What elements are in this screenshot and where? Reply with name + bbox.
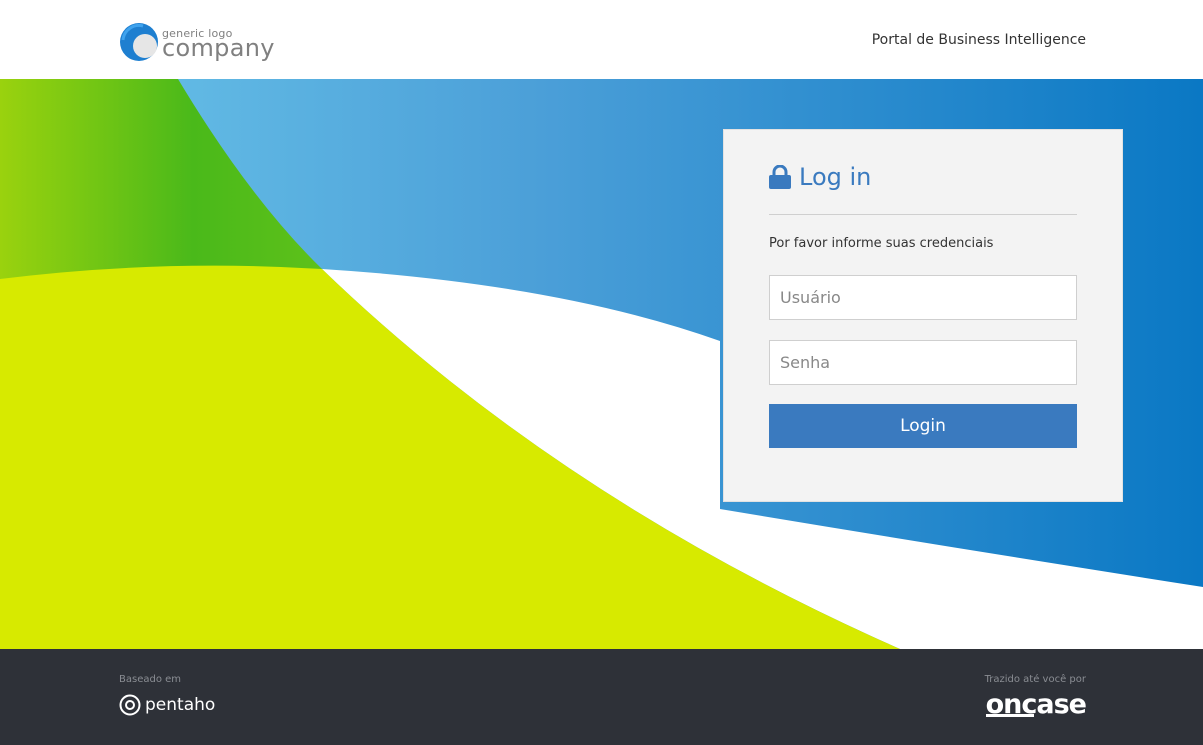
- company-logo-icon: [120, 23, 158, 61]
- pentaho-icon: [119, 694, 141, 716]
- login-title-text: Log in: [799, 163, 872, 191]
- card-divider: [769, 214, 1077, 215]
- pentaho-text: pentaho: [145, 695, 216, 715]
- brought-by-label: Trazido até você por: [984, 674, 1086, 685]
- header: generic logo company Portal de Business …: [0, 0, 1203, 79]
- login-button[interactable]: Login: [769, 404, 1077, 448]
- credentials-instruction: Por favor informe suas credenciais: [769, 236, 994, 251]
- login-card: Log in Por favor informe suas credenciai…: [723, 129, 1123, 502]
- company-logo[interactable]: generic logo company: [119, 22, 289, 64]
- password-input[interactable]: [769, 340, 1077, 385]
- pentaho-logo[interactable]: pentaho: [119, 694, 215, 716]
- oncase-logo[interactable]: oncase: [985, 689, 1087, 720]
- username-input[interactable]: [769, 275, 1077, 320]
- lock-icon: [769, 165, 791, 189]
- based-on-label: Baseado em: [119, 674, 182, 685]
- logo-big-text: company: [162, 34, 275, 62]
- login-title: Log in: [769, 163, 871, 191]
- oncase-underline: [985, 714, 1034, 717]
- portal-title: Portal de Business Intelligence: [871, 32, 1086, 48]
- footer: Baseado em pentaho Trazido até você por …: [0, 649, 1203, 745]
